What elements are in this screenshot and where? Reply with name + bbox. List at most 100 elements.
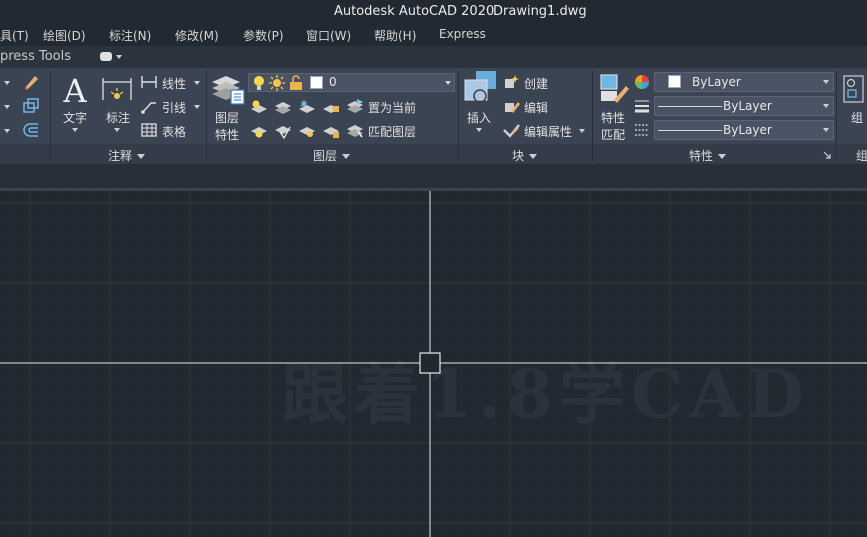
text-icon[interactable]: A <box>60 74 90 106</box>
offset-icon[interactable] <box>22 121 40 139</box>
menu-dimension[interactable]: 标注(N) <box>109 27 151 44</box>
crosshair-cursor <box>0 191 867 537</box>
tab-express-tools[interactable]: press Tools <box>0 49 71 64</box>
layer-dropdown[interactable]: 0 <box>248 73 455 92</box>
panel-footer-modify <box>0 144 50 164</box>
layer-unisolate-icon[interactable] <box>274 123 292 139</box>
table-icon[interactable] <box>140 122 158 138</box>
linetype-value: ByLayer <box>723 123 772 137</box>
sun-icon <box>269 75 285 91</box>
chevron-down-icon[interactable] <box>194 105 200 109</box>
chevron-down-icon <box>137 154 146 159</box>
color-dropdown[interactable]: ByLayer <box>654 72 834 92</box>
linetype-dropdown[interactable]: ByLayer <box>654 120 834 140</box>
chevron-down-icon <box>718 154 727 159</box>
menu-window[interactable]: 窗口(W) <box>306 27 351 44</box>
lineweight-dropdown[interactable]: ByLayer <box>654 96 834 116</box>
chevron-down-icon[interactable] <box>4 81 10 85</box>
panel-title-annotation[interactable]: 注释 <box>108 147 146 164</box>
toggle-icon <box>100 52 112 61</box>
color-wheel-icon[interactable] <box>634 74 650 90</box>
leader-icon[interactable] <box>140 98 158 114</box>
text-button-label[interactable]: 文字 <box>63 109 87 126</box>
layer-properties-label-2[interactable]: 特性 <box>215 126 239 143</box>
chevron-down-icon[interactable] <box>579 129 585 133</box>
svg-text:A: A <box>62 74 87 106</box>
unlock-icon <box>290 75 302 90</box>
drawing-area[interactable]: 跟着1.8学CAD <box>0 188 867 537</box>
edit-label[interactable]: 编辑 <box>524 99 548 116</box>
layer-freeze-icon[interactable] <box>298 99 316 115</box>
panel-title-groups[interactable]: 组 <box>856 147 867 164</box>
group-label[interactable]: 组 <box>851 109 863 126</box>
chevron-down-icon[interactable] <box>476 128 482 132</box>
chevron-down-icon <box>116 55 122 59</box>
menu-modify[interactable]: 修改(M) <box>175 27 219 44</box>
linetype-sample <box>658 130 722 131</box>
linear-dimension-icon[interactable] <box>140 74 158 90</box>
match-properties-label-1[interactable]: 特性 <box>601 109 625 126</box>
edit-attributes-label[interactable]: 编辑属性 <box>524 123 572 140</box>
chevron-down-icon[interactable] <box>114 128 120 132</box>
set-current-label[interactable]: 置为当前 <box>368 99 416 116</box>
panel-launcher-icon[interactable] <box>823 151 831 159</box>
menu-express[interactable]: Express <box>439 27 486 41</box>
layer-properties-label-1[interactable]: 图层 <box>215 109 239 126</box>
menu-tools[interactable]: 具(T) <box>0 27 29 44</box>
chevron-down-icon[interactable] <box>194 81 200 85</box>
file-tab-strip <box>0 164 867 188</box>
color-value: ByLayer <box>692 75 741 89</box>
menu-help[interactable]: 帮助(H) <box>374 27 416 44</box>
chevron-down-icon[interactable] <box>4 105 10 109</box>
dimension-button-label[interactable]: 标注 <box>106 109 130 126</box>
ribbon-minimize-toggle[interactable] <box>100 51 126 63</box>
leader-label[interactable]: 引线 <box>162 99 186 116</box>
match-properties-icon[interactable] <box>598 72 632 106</box>
chevron-down-icon[interactable] <box>4 129 10 133</box>
chevron-down-icon <box>823 80 829 84</box>
edit-attributes-icon[interactable] <box>502 122 520 138</box>
layer-on-icon[interactable] <box>250 123 268 139</box>
edit-block-icon[interactable] <box>502 98 520 114</box>
lineweight-icon[interactable] <box>634 98 650 114</box>
group-icon[interactable] <box>842 74 864 104</box>
linetype-icon[interactable] <box>634 122 650 138</box>
layer-isolate-icon[interactable] <box>274 99 292 115</box>
create-label[interactable]: 创建 <box>524 75 548 92</box>
table-label[interactable]: 表格 <box>162 123 186 140</box>
menu-draw[interactable]: 绘图(D) <box>43 27 86 44</box>
chevron-down-icon <box>823 128 829 132</box>
layer-match-icon[interactable] <box>346 122 364 138</box>
insert-label[interactable]: 插入 <box>467 109 491 126</box>
lightbulb-icon <box>254 76 264 90</box>
make-current-icon[interactable] <box>346 98 364 114</box>
linear-label[interactable]: 线性 <box>162 75 186 92</box>
insert-block-icon[interactable] <box>462 70 498 106</box>
create-block-icon[interactable] <box>502 74 520 90</box>
chevron-down-icon <box>823 104 829 108</box>
match-layer-label[interactable]: 匹配图层 <box>368 123 416 140</box>
layer-off-icon[interactable] <box>250 99 268 115</box>
chevron-down-icon[interactable] <box>72 128 78 132</box>
menu-parametric[interactable]: 参数(P) <box>243 27 284 44</box>
app-title: Autodesk AutoCAD 2020 <box>334 4 495 19</box>
lineweight-sample <box>658 106 722 107</box>
document-title: Drawing1.dwg <box>493 4 587 19</box>
chevron-down-icon <box>445 81 451 85</box>
dimension-icon[interactable] <box>100 74 134 106</box>
color-swatch <box>668 75 681 88</box>
copy-icon[interactable] <box>22 97 40 115</box>
layer-color-swatch <box>310 76 323 89</box>
autocad-window: Autodesk AutoCAD 2020 Drawing1.dwg 具(T) … <box>0 0 867 537</box>
layer-thaw-icon[interactable] <box>298 123 316 139</box>
panel-title-layers[interactable]: 图层 <box>313 147 351 164</box>
panel-title-block[interactable]: 块 <box>512 147 538 164</box>
erase-icon[interactable] <box>22 73 40 91</box>
layer-lock-icon[interactable] <box>322 99 340 115</box>
layer-unlock-icon[interactable] <box>322 123 340 139</box>
ribbon-tab-row: press Tools <box>0 46 867 68</box>
pickbox <box>419 352 441 374</box>
match-properties-label-2[interactable]: 匹配 <box>601 126 625 143</box>
layer-properties-icon[interactable] <box>210 72 246 106</box>
panel-title-properties[interactable]: 特性 <box>689 147 727 164</box>
